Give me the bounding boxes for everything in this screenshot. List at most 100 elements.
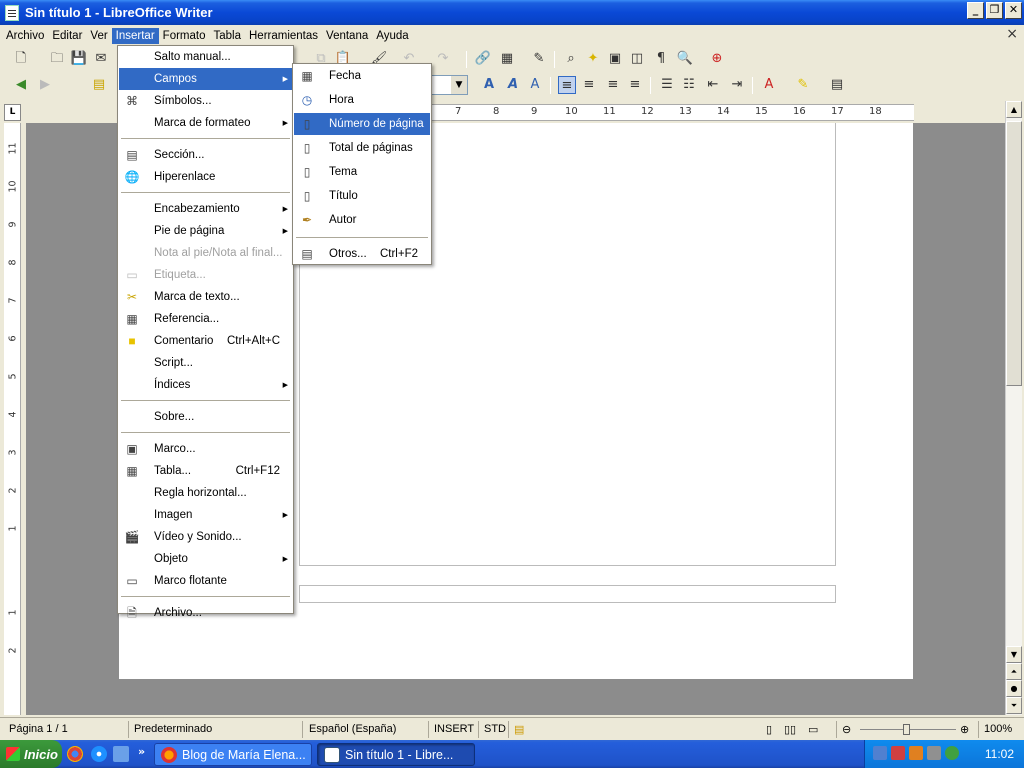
menu-item-fecha[interactable]: ▦ Fecha xyxy=(294,65,430,87)
zoom-icon[interactable]: 🔍 xyxy=(676,50,694,68)
menu-item-campos[interactable]: Campos ▶ xyxy=(119,68,292,90)
show-desktop-icon[interactable] xyxy=(113,746,129,762)
footer-area[interactable] xyxy=(299,585,836,603)
menu-item-comentario[interactable]: ■ Comentario Ctrl+Alt+C xyxy=(119,330,292,352)
taskbar-writer-task[interactable]: Sin título 1 - Libre... xyxy=(317,743,475,766)
styles-icon[interactable]: ▤ xyxy=(90,76,108,94)
find-replace-icon[interactable]: ⌕ xyxy=(562,50,580,68)
redo-icon[interactable]: ↷ xyxy=(434,50,452,68)
zoom-slider-thumb[interactable] xyxy=(903,724,910,735)
gallery-icon[interactable]: ▣ xyxy=(606,50,624,68)
close-document-button[interactable]: × xyxy=(1006,26,1018,42)
menu-item-marca-de-formateo[interactable]: Marca de formateo ▶ xyxy=(119,112,292,134)
menu-item-tema[interactable]: ▯ Tema xyxy=(294,161,430,183)
menu-ventana[interactable]: Ventana xyxy=(322,28,372,44)
single-page-view-icon[interactable]: ▯ xyxy=(766,723,772,736)
menu-item-otros[interactable]: ▤ Otros... Ctrl+F2 xyxy=(294,243,430,265)
hyperlink-toolbar-icon[interactable]: 🔗 xyxy=(474,50,492,68)
menu-item-titulo[interactable]: ▯ Título xyxy=(294,185,430,207)
justify-icon[interactable]: ≡ xyxy=(626,76,644,94)
volume-icon[interactable] xyxy=(927,746,941,760)
menu-item-indices[interactable]: Índices ▶ xyxy=(119,374,292,396)
menu-insertar[interactable]: Insertar xyxy=(111,27,159,44)
vertical-scrollbar[interactable]: ▲ ▼ ⏶ ● ⏷ xyxy=(1005,101,1022,715)
book-view-icon[interactable]: ▭ xyxy=(808,723,818,736)
network-icon[interactable] xyxy=(873,746,887,760)
align-right-icon[interactable]: ≡ xyxy=(604,76,622,94)
numbering-icon[interactable]: ☰ xyxy=(658,76,676,94)
minimize-button[interactable]: _ xyxy=(967,2,984,19)
menu-item-etiqueta[interactable]: ▭ Etiqueta... xyxy=(119,264,292,286)
menu-item-total-de-paginas[interactable]: ▯ Total de páginas xyxy=(294,137,430,159)
scroll-down-button[interactable]: ▼ xyxy=(1006,646,1022,663)
menu-item-encabezamiento[interactable]: Encabezamiento ▶ xyxy=(119,198,292,220)
page-style[interactable]: Predeterminado xyxy=(134,723,212,735)
menu-item-hora[interactable]: ◷ Hora xyxy=(294,89,430,111)
formatting-marks-icon[interactable]: ¶ xyxy=(652,50,670,68)
align-left-icon[interactable]: ≡ xyxy=(558,76,576,94)
menu-item-script[interactable]: Script... xyxy=(119,352,292,374)
menu-item-imagen[interactable]: Imagen ▶ xyxy=(119,504,292,526)
menu-item-pie-de-pagina[interactable]: Pie de página ▶ xyxy=(119,220,292,242)
data-sources-icon[interactable]: ◫ xyxy=(628,50,646,68)
menu-ver[interactable]: Ver xyxy=(86,28,111,44)
back-arrow-icon[interactable]: ◀ xyxy=(12,76,30,94)
taskbar-firefox-task[interactable]: Blog de María Elena... xyxy=(154,743,312,766)
menu-archivo[interactable]: Archivo xyxy=(2,28,48,44)
background-color-icon[interactable]: ▤ xyxy=(828,76,846,94)
menu-item-salto-manual[interactable]: Salto manual... xyxy=(119,46,292,68)
menu-item-referencia[interactable]: ▦ Referencia... xyxy=(119,308,292,330)
menu-item-marco-flotante[interactable]: ▭ Marco flotante xyxy=(119,570,292,592)
menu-item-video-y-sonido[interactable]: 🎬 Vídeo y Sonido... xyxy=(119,526,292,548)
language-indicator[interactable]: Español (España) xyxy=(309,723,396,735)
menu-item-marco[interactable]: ▣ Marco... xyxy=(119,438,292,460)
info-icon[interactable] xyxy=(945,746,959,760)
tab-type-selector[interactable]: L xyxy=(4,104,21,121)
next-page-button[interactable]: ⏷ xyxy=(1006,697,1022,714)
save-icon[interactable]: 💾 xyxy=(70,50,88,68)
menu-ayuda[interactable]: Ayuda xyxy=(372,28,412,44)
align-center-icon[interactable]: ≡ xyxy=(580,76,598,94)
open-folder-icon[interactable]: 🗀 xyxy=(48,50,66,68)
insert-mode[interactable]: INSERT xyxy=(434,723,474,735)
menu-item-seccion[interactable]: ▤ Sección... xyxy=(119,144,292,166)
internet-explorer-icon[interactable] xyxy=(91,746,107,762)
menu-item-numero-de-pagina[interactable]: ▯ Número de página xyxy=(294,113,430,135)
vertical-ruler[interactable]: 11 10 9 8 7 6 5 4 3 2 1 1 2 xyxy=(4,123,21,715)
menu-editar[interactable]: Editar xyxy=(48,28,86,44)
highlight-icon[interactable]: ✎ xyxy=(794,76,812,94)
multi-page-view-icon[interactable]: ▯▯ xyxy=(784,723,796,736)
scroll-up-button[interactable]: ▲ xyxy=(1006,101,1022,118)
decrease-indent-icon[interactable]: ⇤ xyxy=(704,76,722,94)
previous-page-button[interactable]: ⏶ xyxy=(1006,663,1022,680)
zoom-in-icon[interactable]: ⊕ xyxy=(960,723,969,736)
antivirus-icon[interactable] xyxy=(891,746,905,760)
show-draw-functions-icon[interactable]: ✎ xyxy=(530,50,548,68)
italic-icon[interactable]: A xyxy=(504,76,522,94)
font-color-icon[interactable]: A xyxy=(760,76,778,94)
bold-shadow-icon[interactable]: A xyxy=(480,76,498,94)
menu-item-hiperenlace[interactable]: 🌐 Hiperenlace xyxy=(119,166,292,188)
increase-indent-icon[interactable]: ⇥ xyxy=(728,76,746,94)
menu-tabla[interactable]: Tabla xyxy=(210,28,246,44)
menu-item-nota-al-pie-nota-al-final[interactable]: Nota al pie/Nota al final... xyxy=(119,242,292,264)
scroll-thumb[interactable] xyxy=(1006,121,1022,386)
navigator-icon[interactable]: ✦ xyxy=(584,50,602,68)
menu-item-simbolos[interactable]: ⌘ Símbolos... xyxy=(119,90,292,112)
help-icon[interactable]: ⊕ xyxy=(708,50,726,68)
page-indicator[interactable]: Página 1 / 1 xyxy=(9,723,68,735)
menu-item-marca-de-texto[interactable]: ✂ Marca de texto... xyxy=(119,286,292,308)
selection-mode[interactable]: STD xyxy=(484,723,506,735)
chrome-icon[interactable] xyxy=(67,746,83,762)
forward-arrow-icon[interactable]: ▶ xyxy=(36,76,54,94)
start-button[interactable]: Inicio xyxy=(0,740,62,768)
email-icon[interactable]: ✉ xyxy=(92,50,110,68)
menu-item-objeto[interactable]: Objeto ▶ xyxy=(119,548,292,570)
menu-formato[interactable]: Formato xyxy=(159,28,210,44)
quick-launch-more[interactable]: » xyxy=(138,745,145,758)
menu-herramientas[interactable]: Herramientas xyxy=(245,28,322,44)
update-icon[interactable] xyxy=(909,746,923,760)
zoom-level[interactable]: 100% xyxy=(984,723,1012,735)
menu-item-regla-horizontal[interactable]: Regla horizontal... xyxy=(119,482,292,504)
menu-item-autor[interactable]: ✒ Autor xyxy=(294,209,430,231)
